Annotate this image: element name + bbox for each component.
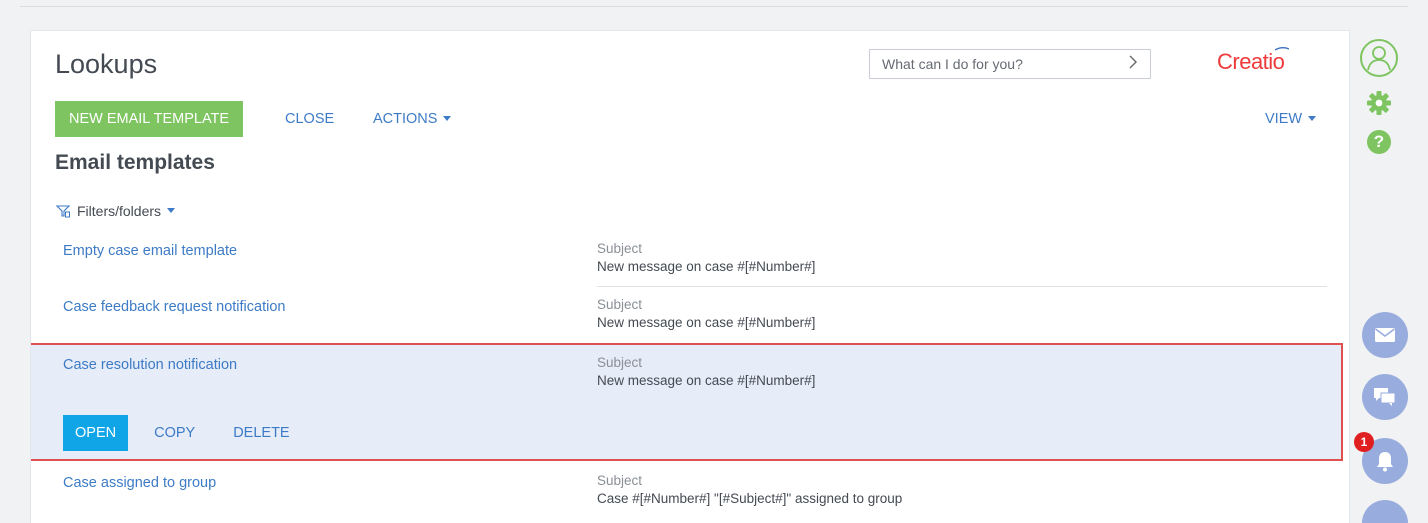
question-icon[interactable]: ?: [1367, 130, 1391, 154]
table-row-selected[interactable]: Case resolution notification Subject New…: [31, 343, 1343, 461]
column-label: Subject: [597, 355, 643, 370]
column-value: New message on case #[#Number#]: [597, 259, 816, 274]
template-name-link[interactable]: Case resolution notification: [63, 357, 237, 373]
chevron-right-icon[interactable]: [1128, 54, 1138, 75]
template-name-link[interactable]: Empty case email template: [63, 243, 237, 259]
filters-folders-toggle[interactable]: Filters/folders: [55, 203, 176, 219]
search-input[interactable]: [870, 50, 1110, 78]
column-label: Subject: [597, 297, 643, 312]
caret-down-icon: [443, 115, 452, 121]
notification-count-badge: 1: [1354, 432, 1374, 452]
bell-icon: [1377, 452, 1393, 472]
template-name-link[interactable]: Case feedback request notification: [63, 299, 285, 315]
column-label: Subject: [597, 241, 643, 256]
main-panel: Lookups Creatio NEW EMAIL TEMPLATE CLOSE…: [30, 30, 1350, 523]
email-button[interactable]: [1362, 312, 1408, 358]
chat-icon: [1374, 388, 1396, 406]
open-button[interactable]: OPEN: [63, 415, 129, 451]
gear-icon[interactable]: [1366, 90, 1392, 116]
top-divider: [20, 6, 1408, 7]
logo-swoosh-icon: [1275, 47, 1289, 51]
template-name-link[interactable]: Case assigned to group: [63, 475, 216, 491]
right-sidebar: ? 1: [1352, 30, 1428, 523]
chat-button[interactable]: [1362, 374, 1408, 420]
column-value: New message on case #[#Number#]: [597, 373, 816, 388]
page-title: Lookups: [55, 49, 158, 79]
close-button[interactable]: CLOSE: [285, 101, 334, 137]
delete-button[interactable]: DELETE: [233, 415, 289, 451]
table-row[interactable]: Case feedback request notification Subje…: [31, 287, 1349, 343]
column-label: Subject: [597, 473, 643, 488]
envelope-icon: [1375, 328, 1395, 342]
view-label: VIEW: [1265, 111, 1303, 127]
user-circle-icon[interactable]: [1359, 38, 1399, 78]
section-title: Email templates: [55, 151, 215, 174]
filters-label: Filters/folders: [77, 203, 162, 219]
row-actions: OPEN COPY DELETE: [63, 415, 290, 451]
column-value: Case #[#Number#] "[#Subject#]" assigned …: [597, 491, 903, 506]
view-menu[interactable]: VIEW: [1265, 101, 1317, 137]
actions-label: ACTIONS: [373, 111, 438, 127]
actions-menu[interactable]: ACTIONS: [373, 101, 452, 137]
caret-down-icon: [167, 207, 176, 213]
column-value: New message on case #[#Number#]: [597, 315, 816, 330]
caret-down-icon: [1308, 115, 1317, 121]
new-email-template-button[interactable]: NEW EMAIL TEMPLATE: [55, 101, 244, 137]
table-row[interactable]: Empty case email template Subject New me…: [31, 231, 1349, 287]
more-button[interactable]: [1362, 500, 1408, 523]
filter-icon: [55, 205, 71, 218]
brand-logo: Creatio: [1217, 49, 1285, 74]
command-search[interactable]: [869, 49, 1151, 79]
copy-button[interactable]: COPY: [154, 415, 195, 451]
table-row[interactable]: Case assigned to group Subject Case #[#N…: [31, 463, 1349, 523]
